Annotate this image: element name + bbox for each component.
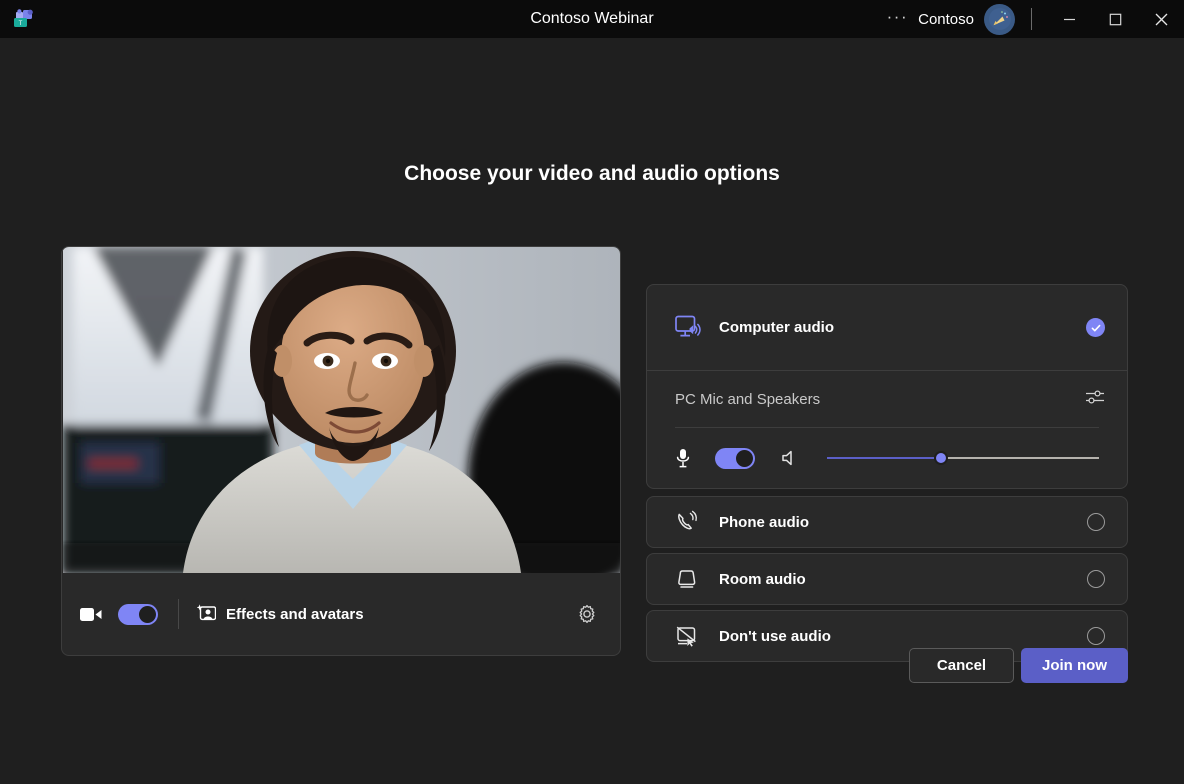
video-preview-card: Effects and avatars bbox=[61, 246, 621, 656]
join-now-button[interactable]: Join now bbox=[1021, 648, 1128, 683]
computer-audio-panel: Computer audio PC Mic and Speakers bbox=[646, 284, 1128, 489]
close-button[interactable] bbox=[1138, 0, 1184, 38]
computer-audio-label: Computer audio bbox=[719, 319, 834, 336]
monitor-speaker-icon bbox=[675, 315, 719, 340]
dont-use-audio-label: Don't use audio bbox=[719, 627, 831, 645]
dont-use-audio-radio[interactable] bbox=[1087, 627, 1105, 645]
minimize-button[interactable] bbox=[1046, 0, 1092, 38]
checkmark-circle-icon[interactable] bbox=[1086, 318, 1105, 337]
monitor-slash-icon bbox=[675, 625, 719, 647]
volume-slider-thumb[interactable] bbox=[934, 451, 949, 465]
video-preview-feed bbox=[63, 247, 620, 573]
person-sparkle-icon bbox=[196, 603, 217, 625]
phone-audio-label: Phone audio bbox=[719, 513, 809, 531]
effects-and-avatars-button[interactable]: Effects and avatars bbox=[196, 603, 364, 625]
gear-icon[interactable] bbox=[572, 599, 602, 629]
phone-audio-option[interactable]: Phone audio bbox=[646, 496, 1128, 548]
titlebar-divider bbox=[1031, 8, 1032, 30]
video-bar-divider bbox=[178, 599, 179, 629]
volume-slider-fill bbox=[827, 457, 942, 459]
prejoin-stage: Choose your video and audio options Effe… bbox=[0, 38, 1184, 784]
avatar[interactable] bbox=[984, 3, 1015, 35]
microphone-toggle[interactable] bbox=[715, 447, 755, 469]
phone-audio-radio[interactable] bbox=[1087, 513, 1105, 531]
phone-waves-icon bbox=[675, 510, 719, 534]
room-audio-radio[interactable] bbox=[1087, 570, 1105, 588]
volume-slider[interactable] bbox=[827, 449, 1099, 467]
room-device-icon bbox=[675, 568, 719, 590]
maximize-button[interactable] bbox=[1092, 0, 1138, 38]
microphone-toggle-knob bbox=[736, 449, 753, 467]
video-controls-bar: Effects and avatars bbox=[62, 573, 620, 655]
more-options-button[interactable]: ··· bbox=[877, 8, 918, 25]
camera-toggle[interactable] bbox=[118, 603, 158, 625]
audio-sliders-icon[interactable] bbox=[1085, 388, 1105, 411]
microphone-icon bbox=[675, 448, 703, 468]
room-audio-option[interactable]: Room audio bbox=[646, 553, 1128, 605]
effects-and-avatars-label: Effects and avatars bbox=[226, 605, 364, 623]
audio-device-name: PC Mic and Speakers bbox=[675, 390, 821, 408]
audio-controls-row bbox=[647, 428, 1127, 488]
account-name-label: Contoso bbox=[918, 10, 974, 28]
camera-toggle-knob bbox=[139, 605, 156, 623]
title-bar: T Contoso Webinar ··· Contoso bbox=[0, 0, 1184, 38]
room-audio-label: Room audio bbox=[719, 570, 806, 588]
titlebar-right-group: ··· Contoso bbox=[877, 0, 1184, 38]
audio-device-row: PC Mic and Speakers bbox=[647, 371, 1127, 427]
computer-audio-option[interactable]: Computer audio bbox=[647, 285, 1127, 371]
cancel-button[interactable]: Cancel bbox=[909, 648, 1014, 683]
speaker-icon bbox=[781, 449, 823, 467]
page-title: Choose your video and audio options bbox=[404, 162, 780, 185]
camera-icon bbox=[80, 607, 106, 622]
